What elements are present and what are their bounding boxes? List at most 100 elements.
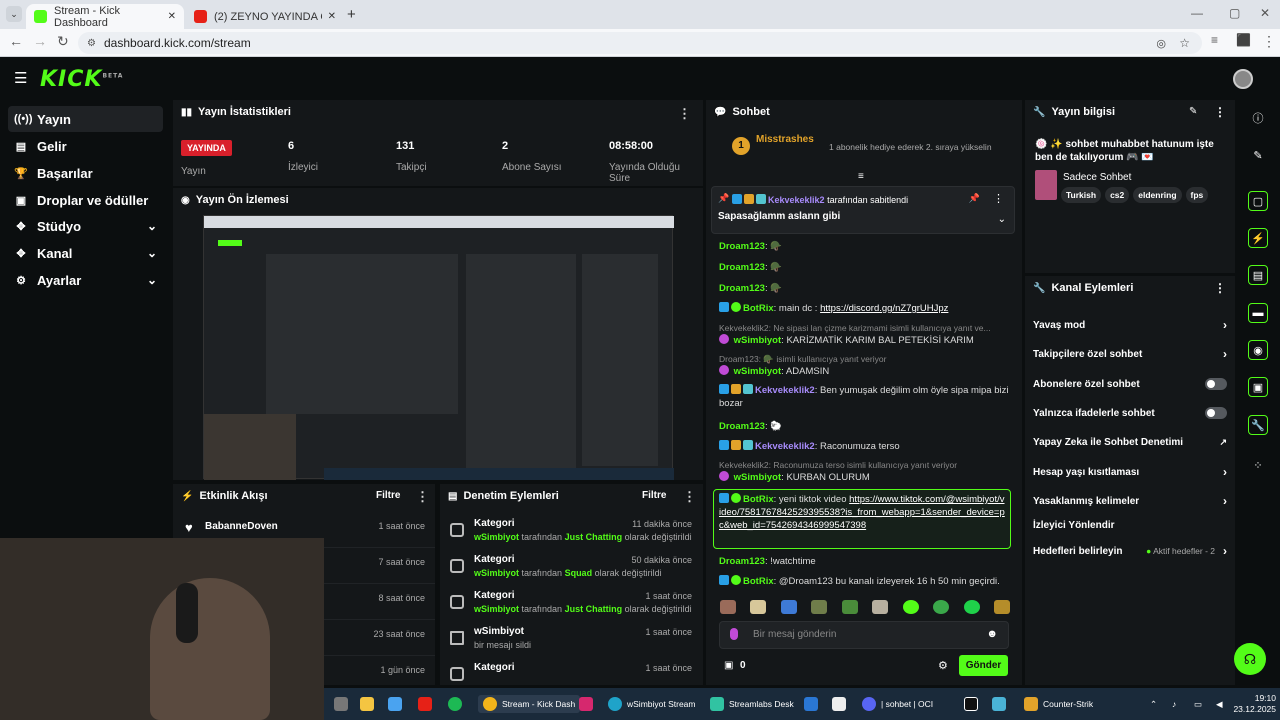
emotes-only-toggle[interactable] xyxy=(1205,407,1227,419)
chat-message[interactable]: wSimbiyot: KURBAN OLURUM xyxy=(719,471,1009,484)
tab-list-icon[interactable]: ⌄ xyxy=(6,6,22,22)
points-icon[interactable]: ▣ xyxy=(724,660,733,671)
chat-message[interactable]: BotRix: @Droam123 bu kanalı izleyerek 16… xyxy=(719,575,1009,588)
chat-input[interactable]: Bir mesaj gönderin ☻ xyxy=(719,621,1009,649)
emote-icon[interactable] xyxy=(872,600,889,614)
chat-bubble-icon[interactable]: ▬ xyxy=(1248,303,1268,323)
clock[interactable]: 19:10 23.12.2025 xyxy=(1224,693,1276,715)
more-options-icon[interactable]: ⋮ xyxy=(678,106,691,122)
chat-message[interactable]: wSimbiyot: KARİZMATİK KARIM BAL PETEKİSİ… xyxy=(719,334,1009,347)
new-tab-icon[interactable]: + xyxy=(347,6,356,23)
tray-network-icon[interactable]: ▭ xyxy=(1194,695,1202,713)
tray-chevron-icon[interactable]: ⌃ xyxy=(1150,695,1157,713)
stream-preview-video[interactable] xyxy=(203,215,674,480)
sidebar-item-yayin[interactable]: ((•)) Yayın xyxy=(8,106,163,132)
taskbar-app[interactable] xyxy=(832,695,851,713)
emote-icon[interactable] xyxy=(720,600,736,614)
taskbar-app[interactable] xyxy=(804,695,823,713)
more-options-icon[interactable]: ⋮ xyxy=(683,489,696,505)
category-name[interactable]: Sadece Sohbet xyxy=(1063,172,1131,183)
taskbar-app-streamlabs[interactable]: Streamlabs Desk xyxy=(710,695,794,713)
extension-icon[interactable]: ⬛ xyxy=(1236,33,1251,47)
host-item[interactable]: İzleyici Yönlendir xyxy=(1033,514,1227,536)
list-icon[interactable]: ▤ xyxy=(1248,265,1268,285)
unpin-icon[interactable]: 📌 xyxy=(969,193,980,204)
emote-icon[interactable] xyxy=(993,600,1010,614)
kick-logo[interactable]: KICKBETA xyxy=(40,67,123,92)
taskbar-app-cs[interactable]: Counter-Strik xyxy=(1024,695,1093,713)
target-icon[interactable]: ▢ xyxy=(1248,191,1268,211)
tag[interactable]: eldenring xyxy=(1133,187,1182,203)
sidebar-item-studyo[interactable]: ✥ Stüdyo ⌄ xyxy=(8,213,163,239)
minimize-icon[interactable]: — xyxy=(1191,6,1203,20)
highlighted-chat-message[interactable]: BotRix: yeni tiktok video https://www.ti… xyxy=(713,489,1011,549)
ai-moderation-item[interactable]: Yapay Zeka ile Sohbet Denetimi ↗ xyxy=(1033,431,1227,453)
chat-message[interactable]: Kekvekeklik2: Raconumuza terso xyxy=(719,440,1009,453)
chat-message[interactable]: BotRix: main dc : https://discord.gg/nZ7… xyxy=(719,302,1009,315)
browser-menu-icon[interactable]: ⋮ xyxy=(1262,33,1276,50)
emote-icon[interactable] xyxy=(750,600,767,614)
tray-mic-icon[interactable]: ♪ xyxy=(1172,695,1176,713)
subscribers-only-item[interactable]: Abonelere özel sohbet xyxy=(1033,373,1227,395)
eye-off-icon[interactable]: ◎ xyxy=(1156,37,1166,50)
layout-icon[interactable]: ⁘ xyxy=(1245,452,1271,478)
send-button[interactable]: Gönder xyxy=(959,655,1008,676)
url-bar[interactable]: ⚙ dashboard.kick.com/stream ☆ ◎ xyxy=(78,32,1202,54)
chat-link[interactable]: https://discord.gg/nZ7grUHJpz xyxy=(820,303,948,314)
site-info-icon[interactable]: ⚙ xyxy=(87,38,96,49)
emote-icon[interactable] xyxy=(841,600,858,614)
media-icon[interactable]: ≡ xyxy=(1211,33,1218,47)
user-avatar[interactable] xyxy=(1233,69,1253,89)
taskbar-app[interactable] xyxy=(388,695,407,713)
back-icon[interactable]: ← xyxy=(9,33,23,49)
sidebar-item-basarilar[interactable]: 🏆 Başarılar xyxy=(8,160,163,186)
filter-button[interactable]: Filtre xyxy=(642,490,666,501)
followers-only-item[interactable]: Takipçilere özel sohbet › xyxy=(1033,343,1227,365)
emote-icon[interactable] xyxy=(933,600,950,614)
chat-settings-icon[interactable]: ⚙ xyxy=(938,659,948,672)
broadcast-icon[interactable]: ◉ xyxy=(1248,340,1268,360)
goals-item[interactable]: Hedefleri belirleyin ● Aktif hedefler - 2… xyxy=(1033,540,1227,562)
banned-words-item[interactable]: Yasaklanmış kelimeler › xyxy=(1033,490,1227,512)
sidebar-item-droplar[interactable]: ▣ Droplar ve ödüller xyxy=(8,187,163,213)
emote-icon[interactable] xyxy=(780,600,797,614)
forward-icon[interactable]: → xyxy=(33,33,47,49)
browser-tab-kick[interactable]: Stream - Kick Dashboard ✕ xyxy=(26,4,184,29)
taskbar-app-chrome[interactable]: Stream - Kick Dash xyxy=(478,695,581,713)
edit-icon[interactable]: ✎ xyxy=(1189,106,1197,117)
tag[interactable]: cs2 xyxy=(1105,187,1130,203)
close-window-icon[interactable]: ✕ xyxy=(1260,6,1270,20)
chat-message[interactable]: Droam123: 🪖 xyxy=(719,240,1009,253)
sidebar-item-gelir[interactable]: ▤ Gelir xyxy=(8,133,163,159)
sidebar-item-kanal[interactable]: ✥ Kanal ⌄ xyxy=(8,240,163,266)
taskbar-app-edge[interactable]: wSimbiyot Stream xyxy=(608,695,696,713)
moderation-icon[interactable]: ▣ xyxy=(1248,377,1268,397)
more-options-icon[interactable]: ⋮ xyxy=(416,489,429,505)
taskbar-app[interactable] xyxy=(964,695,983,713)
tag[interactable]: fps xyxy=(1185,187,1209,203)
info-icon[interactable]: ⓘ xyxy=(1245,105,1271,131)
bolt-icon[interactable]: ⚡ xyxy=(1248,228,1268,248)
taskbar-app[interactable] xyxy=(448,695,467,713)
emoji-icon[interactable]: ☻ xyxy=(986,628,998,640)
more-options-icon[interactable]: ⋮ xyxy=(993,192,1004,205)
edit-icon[interactable]: ✎ xyxy=(1245,142,1271,168)
collapse-icon[interactable]: ≡ xyxy=(858,171,864,182)
hamburger-menu-icon[interactable]: ☰ xyxy=(14,69,27,87)
emote-icon[interactable] xyxy=(902,600,919,614)
filter-button[interactable]: Filtre xyxy=(376,490,400,501)
taskbar-app[interactable] xyxy=(334,695,353,713)
chat-message[interactable]: wSimbiyot: ADAMSIN xyxy=(719,365,1009,378)
taskbar-app[interactable] xyxy=(992,695,1011,713)
taskbar-app-discord[interactable]: | sohbet | OCI xyxy=(862,695,933,713)
chat-message[interactable]: Droam123: 🪖 xyxy=(719,282,1009,295)
account-age-item[interactable]: Hesap yaşı kısıtlaması › xyxy=(1033,461,1227,483)
chat-message[interactable]: Kekvekeklik2: Ben yumuşak değilim olm öy… xyxy=(719,384,1009,410)
emotes-only-item[interactable]: Yalnızca ifadelerle sohbet xyxy=(1033,402,1227,424)
wrench-icon[interactable]: 🔧 xyxy=(1248,415,1268,435)
sidebar-item-ayarlar[interactable]: ⚙ Ayarlar ⌄ xyxy=(8,267,163,293)
browser-tab-youtube[interactable]: (2) ZEYNO YAYINDA ÖZEL BİR ✕ xyxy=(186,4,344,29)
reload-icon[interactable]: ↻ xyxy=(57,33,69,50)
chat-message[interactable]: Droam123: 🐑 xyxy=(719,420,1009,433)
support-headset-icon[interactable]: ☊ xyxy=(1234,643,1266,675)
